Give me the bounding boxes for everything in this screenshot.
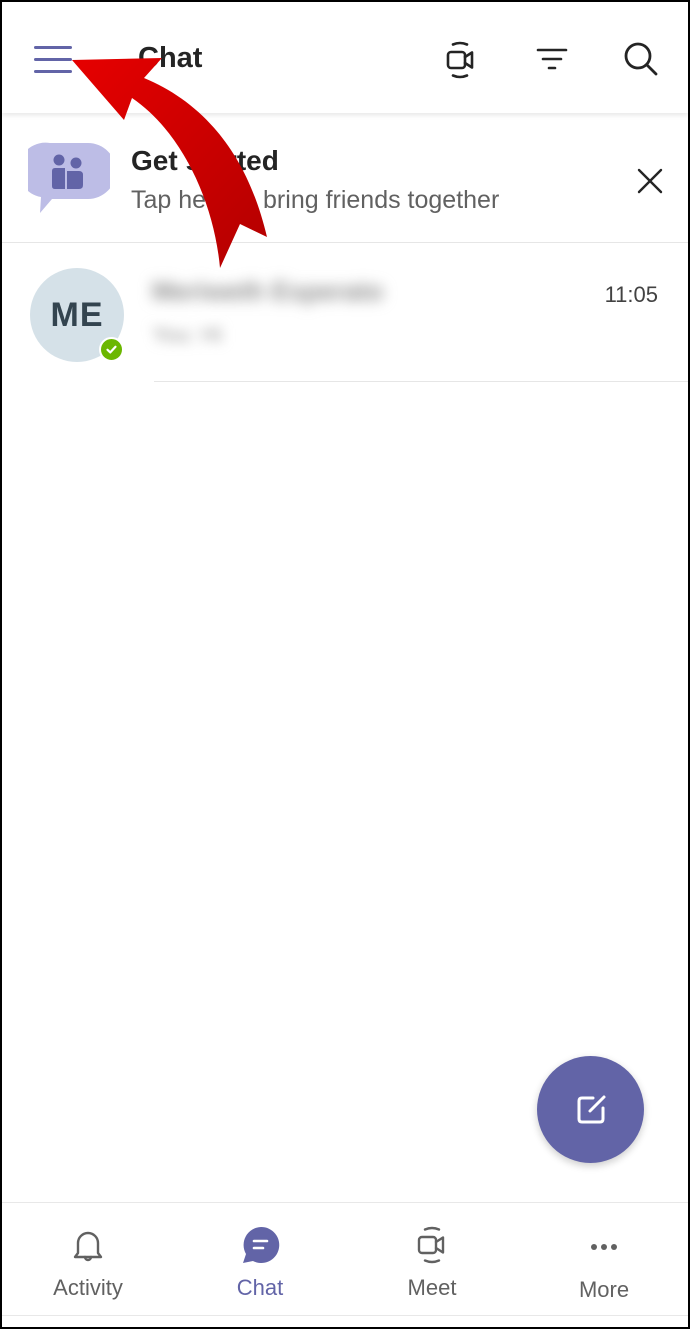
new-chat-button[interactable]: [537, 1056, 644, 1163]
people-chat-bubble-icon: [28, 142, 110, 213]
tab-label: Meet: [407, 1275, 457, 1300]
divider: [154, 381, 688, 382]
chat-list-item[interactable]: ME Meriweth Esperato You: Hi 11:05: [2, 244, 688, 382]
banner-subtitle: Tap here to bring friends together: [131, 186, 500, 214]
tab-label: Activity: [53, 1275, 123, 1300]
tab-label: Chat: [236, 1275, 284, 1300]
presence-available-icon: [99, 337, 124, 362]
tab-more[interactable]: More: [518, 1203, 688, 1317]
chat-timestamp: 11:05: [604, 282, 658, 307]
tab-meet[interactable]: Meet: [346, 1203, 518, 1317]
banner-title: Get started: [131, 145, 279, 176]
page-title: Chat: [138, 42, 203, 74]
tab-chat[interactable]: Chat: [174, 1203, 346, 1317]
bottom-navigation: Activity Chat Meet More: [2, 1202, 688, 1316]
meet-now-button[interactable]: [438, 38, 482, 82]
bell-icon: [73, 1231, 103, 1262]
filter-button[interactable]: [530, 38, 574, 82]
search-icon: [624, 42, 658, 76]
tab-label: More: [578, 1277, 630, 1302]
search-button[interactable]: [620, 38, 664, 82]
more-dots-icon: [591, 1244, 617, 1250]
chat-message-preview: You: Hi: [152, 322, 223, 347]
filter-icon: [536, 48, 568, 70]
app-header: Chat: [2, 2, 688, 113]
compose-icon: [577, 1095, 605, 1123]
video-camera-icon: [446, 41, 474, 79]
tab-activity[interactable]: Activity: [2, 1203, 174, 1317]
close-icon: [637, 168, 663, 194]
chat-bubble-icon: [243, 1226, 280, 1263]
get-started-banner[interactable]: Get started Tap here to bring friends to…: [2, 113, 688, 243]
teams-chat-screen: Chat Get started Tap here to bring frien…: [2, 2, 688, 1327]
hamburger-menu-icon[interactable]: [32, 44, 74, 76]
video-camera-icon: [417, 1226, 445, 1264]
dismiss-banner-button[interactable]: [630, 161, 670, 201]
chat-contact-name: Meriweth Esperato: [152, 276, 384, 306]
